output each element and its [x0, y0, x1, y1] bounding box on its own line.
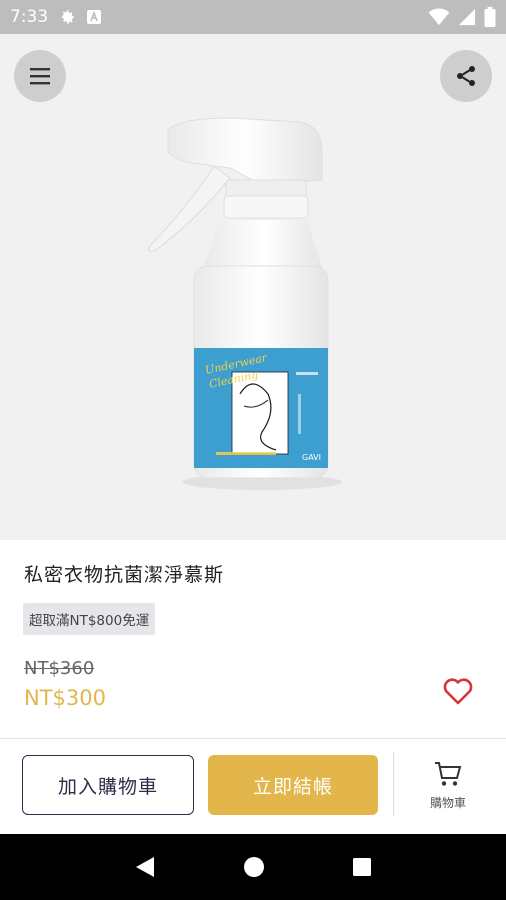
spray-bottle-image: Underwear Cleaning GAVI — [148, 117, 342, 490]
system-nav-bar — [0, 834, 506, 900]
original-price: NT$360 — [24, 658, 95, 679]
battery-icon — [484, 7, 496, 27]
cart-tab[interactable]: 購物車 — [408, 760, 488, 826]
signal-icon — [458, 8, 476, 26]
menu-button[interactable] — [14, 50, 66, 102]
share-icon — [457, 66, 475, 86]
product-title: 私密衣物抗菌潔淨慕斯 — [24, 564, 225, 586]
label-brand: GAVI — [302, 453, 321, 462]
shipping-badge: 超取滿NT$800免運 — [23, 603, 156, 635]
status-time: 7:33 — [10, 7, 49, 27]
sale-price: NT$300 — [24, 686, 106, 710]
home-icon[interactable] — [243, 856, 265, 878]
add-to-cart-button[interactable]: 加入購物車 — [22, 755, 194, 815]
app-notification-icon — [87, 10, 102, 24]
status-bar: 7:33 — [0, 0, 506, 34]
heart-icon[interactable] — [442, 676, 474, 706]
back-icon[interactable] — [134, 855, 156, 879]
divider — [0, 738, 506, 739]
cart-tab-label: 購物車 — [429, 796, 466, 810]
cart-icon — [435, 762, 462, 786]
menu-icon — [30, 68, 50, 85]
share-button[interactable] — [440, 50, 492, 102]
wifi-icon — [428, 8, 450, 26]
checkout-button[interactable]: 立即結帳 — [208, 755, 378, 815]
action-separator — [393, 752, 394, 816]
product-image: Underwear Cleaning GAVI — [0, 34, 506, 540]
recents-icon[interactable] — [352, 857, 372, 877]
settings-icon — [61, 10, 74, 24]
